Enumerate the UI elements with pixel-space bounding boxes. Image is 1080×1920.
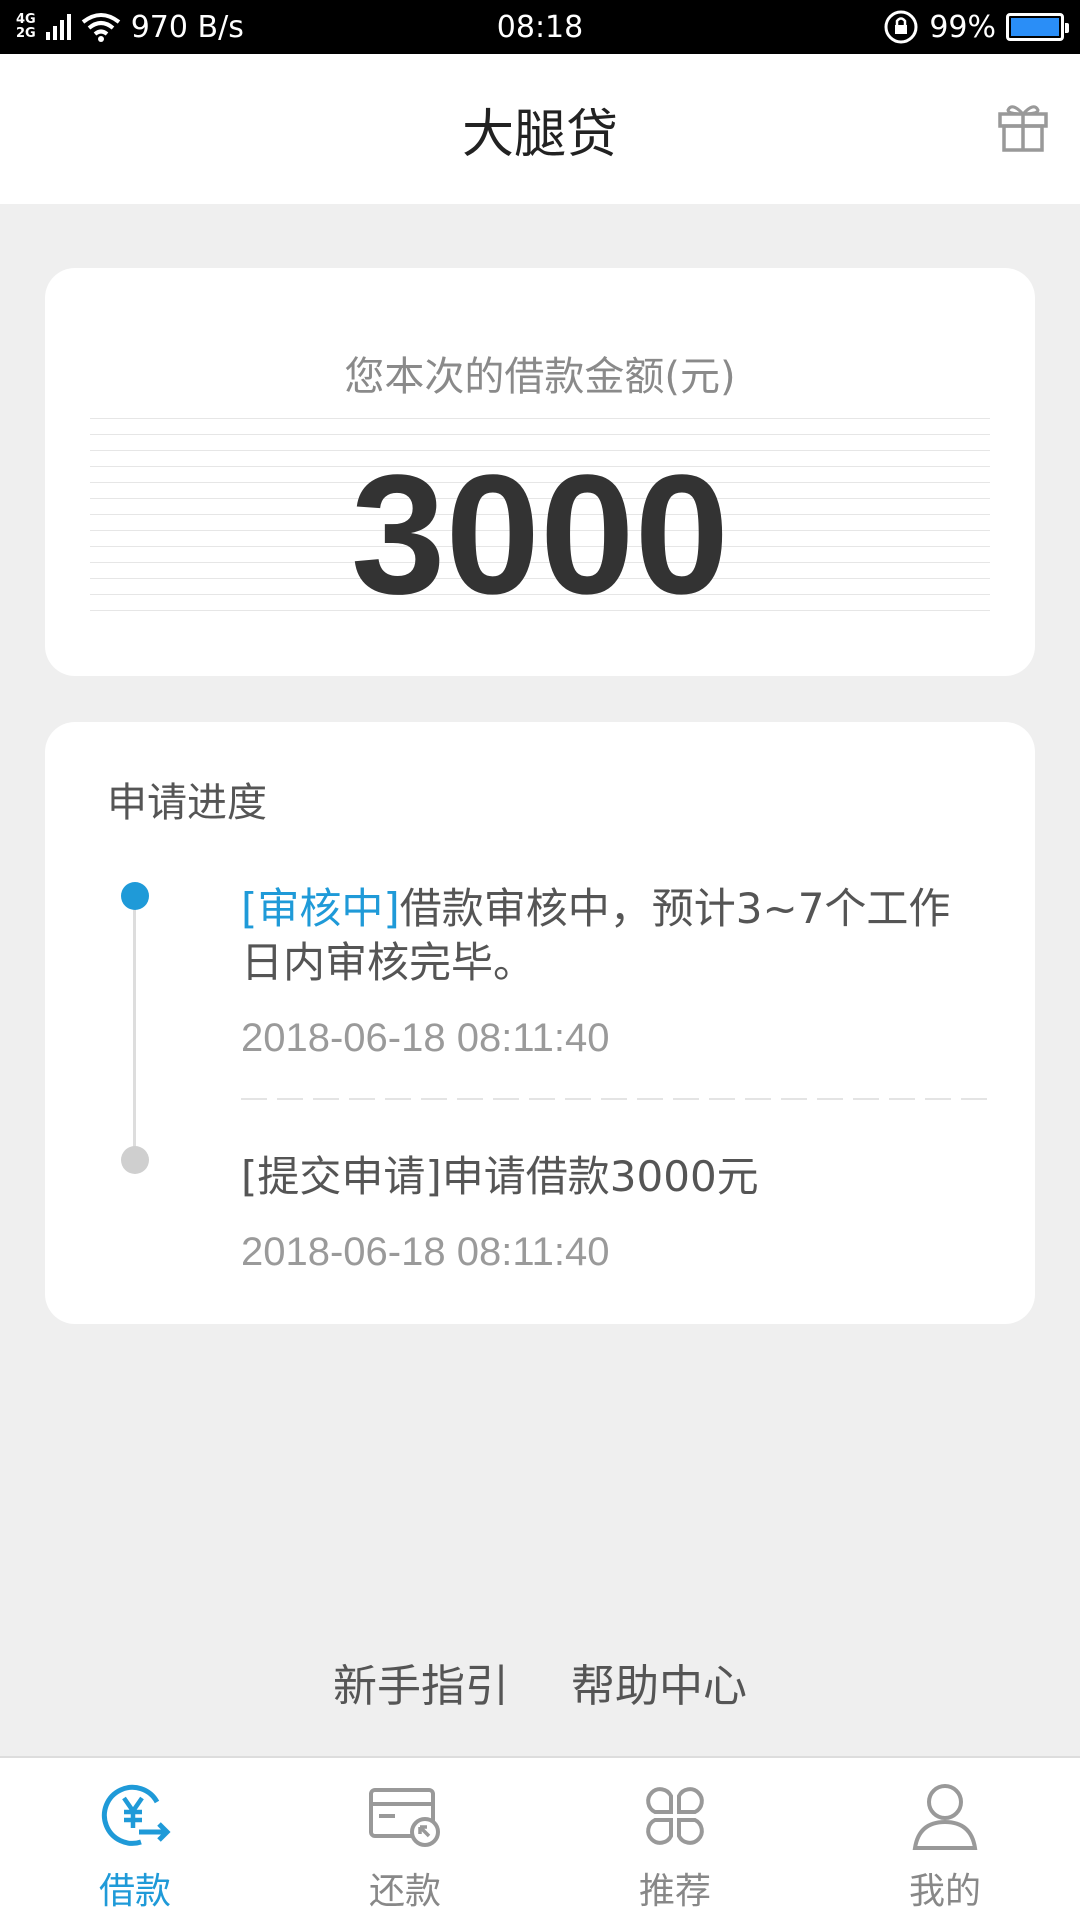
profile-user-icon bbox=[912, 1784, 978, 1850]
progress-step-time: 2018-06-18 08:11:40 bbox=[241, 1230, 610, 1274]
application-progress-card: 申请进度 [审核中]借款审核中，预计3~7个工作日内审核完毕。 2018-06-… bbox=[45, 722, 1035, 1324]
tab-profile[interactable]: 我的 bbox=[810, 1758, 1080, 1920]
wifi-icon bbox=[81, 13, 120, 42]
progress-step-message: 申请借款3000元 bbox=[441, 1152, 759, 1201]
status-bar: 4G 2G 970 B/s 08:18 99% bbox=[0, 0, 1080, 54]
progress-step: [审核中]借款审核中，预计3~7个工作日内审核完毕。 2018-06-18 08… bbox=[241, 882, 991, 1061]
help-center-link[interactable]: 帮助中心 bbox=[571, 1650, 747, 1714]
progress-step-status: [审核中] bbox=[241, 884, 400, 933]
repay-card-icon bbox=[369, 1788, 440, 1847]
loan-amount-label: 您本次的借款金额(元) bbox=[344, 354, 736, 400]
network-speed: 970 B/s bbox=[130, 9, 244, 45]
step-divider bbox=[241, 1098, 990, 1100]
loan-amount-card: 您本次的借款金额(元) 3000 bbox=[45, 268, 1035, 676]
tab-repay[interactable]: 还款 bbox=[270, 1758, 540, 1920]
rotation-lock-icon bbox=[884, 10, 918, 44]
tab-loan[interactable]: 借款 bbox=[0, 1758, 270, 1920]
progress-title: 申请进度 bbox=[107, 780, 267, 826]
tab-label: 借款 bbox=[98, 1871, 171, 1912]
tab-label: 我的 bbox=[908, 1871, 981, 1912]
progress-step-text: [审核中]借款审核中，预计3~7个工作日内审核完毕。 bbox=[241, 882, 991, 990]
tab-recommend[interactable]: 推荐 bbox=[540, 1758, 810, 1920]
loan-amount-value: 3000 bbox=[350, 440, 730, 630]
bottom-tab-bar: 借款 还款 推荐 我的 bbox=[0, 1756, 1080, 1920]
loan-yen-icon bbox=[101, 1784, 171, 1846]
app-header: 大腿贷 bbox=[0, 54, 1080, 204]
recommend-grid-icon bbox=[646, 1787, 704, 1845]
battery-fill bbox=[1011, 18, 1059, 36]
beginner-guide-link[interactable]: 新手指引 bbox=[333, 1650, 509, 1714]
network-type-top: 4G bbox=[16, 12, 36, 27]
progress-step: [提交申请]申请借款3000元 2018-06-18 08:11:40 bbox=[241, 1150, 991, 1275]
battery-percent: 99% bbox=[929, 9, 996, 45]
battery-icon bbox=[1006, 13, 1069, 41]
tab-label: 还款 bbox=[368, 1871, 441, 1912]
gift-icon[interactable] bbox=[996, 100, 1050, 154]
progress-step-time: 2018-06-18 08:11:40 bbox=[241, 1016, 610, 1060]
timeline-line bbox=[133, 898, 136, 1160]
tab-label: 推荐 bbox=[638, 1871, 711, 1912]
network-type: 4G 2G bbox=[16, 13, 36, 41]
timeline-dot-active bbox=[121, 882, 149, 910]
signal-icon bbox=[45, 14, 71, 40]
timeline-dot-inactive bbox=[121, 1146, 149, 1174]
page-title: 大腿贷 bbox=[461, 104, 618, 165]
progress-step-text: [提交申请]申请借款3000元 bbox=[241, 1150, 991, 1204]
footer-links: 新手指引 帮助中心 bbox=[0, 1650, 1080, 1714]
network-type-bottom: 2G bbox=[16, 26, 36, 41]
status-bar-right: 99% bbox=[883, 9, 1069, 45]
status-bar-left: 4G 2G 970 B/s bbox=[16, 10, 244, 45]
progress-step-status: [提交申请] bbox=[241, 1152, 442, 1201]
